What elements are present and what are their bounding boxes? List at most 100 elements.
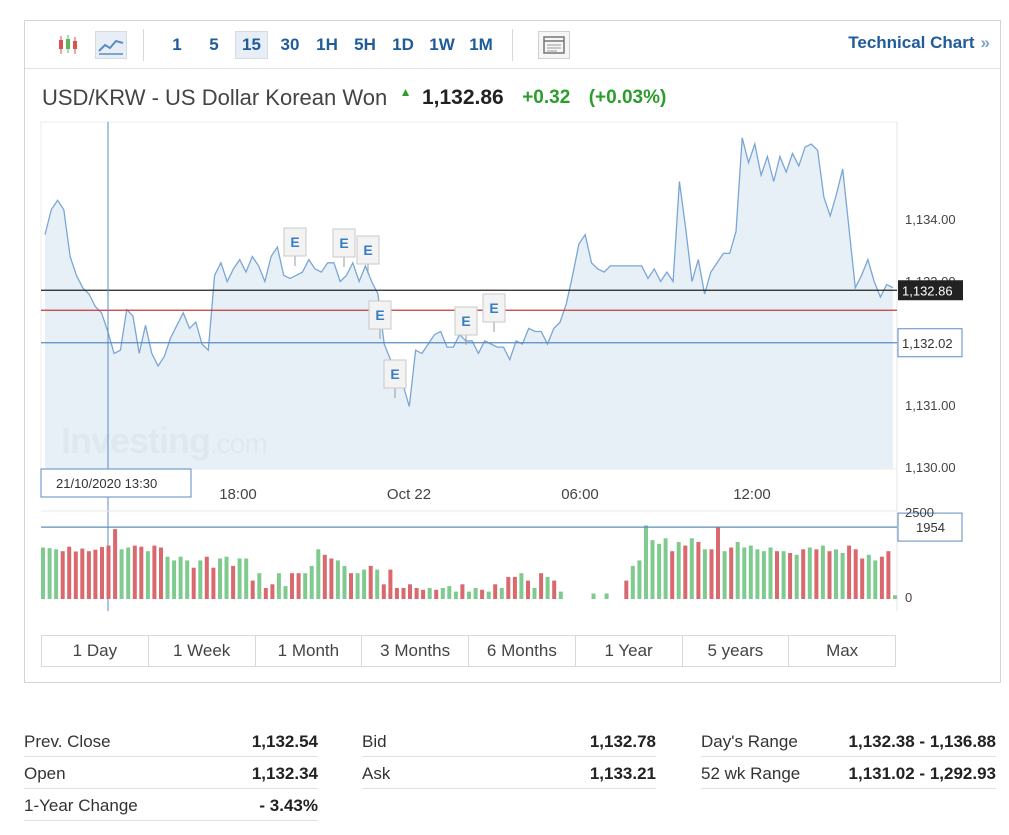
x-tick-label: 12:00 [733,486,771,503]
stat-label: Bid [362,732,387,751]
volume-bar [60,551,65,599]
volume-bar [473,588,478,599]
volume-bar [303,573,308,599]
event-marker-label: E [375,307,384,323]
volume-bar [624,580,629,599]
volume-bar [244,558,249,599]
volume-bar [218,558,222,599]
volume-bar [453,591,458,599]
volume-bar [47,548,52,599]
stat-value: 1,132.34 [251,764,318,783]
x-tick-label: Oct 22 [387,486,431,503]
volume-bar [381,584,386,599]
volume-bar [755,549,760,599]
volume-bar [283,586,288,599]
stat-label: Open [24,764,66,783]
volume-bar [211,567,216,599]
range-5-years[interactable]: 5 years [683,636,790,666]
stat-value: 1,132.38 - 1,136.88 [848,732,996,751]
price-chart[interactable]: Investing.com1,134.001,133.001,131.001,1… [25,21,1000,621]
volume-bar [683,545,688,599]
volume-bar [532,588,537,599]
volume-bar [807,547,812,599]
volume-bar [729,547,734,599]
event-marker-label: E [489,300,498,316]
stat-value: 1,131.02 - 1,292.93 [848,764,996,783]
volume-bar [486,591,491,599]
volume-bar [427,588,432,599]
volume-bar [637,560,642,599]
range-max[interactable]: Max [789,636,895,666]
volume-bar [506,576,511,599]
volume-bar [539,573,544,599]
volume-bar [650,540,655,599]
volume-bar [204,556,209,599]
current-price-label: 1,132.86 [902,283,953,298]
range-6-months[interactable]: 6 Months [469,636,576,666]
stat-label: Prev. Close [24,732,111,751]
volume-bar [860,558,865,599]
volume-bar [761,551,766,599]
volume-bar [152,545,157,599]
volume-bar [132,545,137,599]
volume-bar [408,584,412,599]
stat-label: Ask [362,764,391,783]
y-tick-label: 1,131.00 [905,398,956,413]
volume-bar [73,551,78,599]
volume-tick-label: 2500 [905,505,934,520]
volume-bar [185,560,190,599]
volume-bar [119,549,124,599]
volume-bar [840,553,845,599]
volume-tick-label: 0 [905,590,912,605]
volume-bar [467,591,471,599]
crosshair-time-label: 21/10/2020 13:30 [56,476,157,491]
volume-bar [735,542,740,599]
volume-bar [100,547,104,599]
volume-bar [41,547,45,599]
range-1-year[interactable]: 1 Year [576,636,683,666]
range-1-day[interactable]: 1 Day [42,636,149,666]
range-1-month[interactable]: 1 Month [256,636,363,666]
volume-bar [237,558,242,599]
volume-bar [368,565,373,599]
volume-crosshair-label: 1954 [916,520,945,535]
volume-bar [480,589,485,599]
volume-bar [296,573,301,599]
crosshair-value-label: 1,132.02 [902,336,953,351]
volume-bar [742,547,747,599]
volume-bar [604,593,609,599]
volume-bar [322,554,327,599]
volume-bar [250,580,255,599]
volume-bar [394,588,399,599]
volume-bar [801,549,806,599]
stat-52-wk-range: 52 wk Range 1,131.02 - 1,292.93 [701,757,996,789]
range-3-months[interactable]: 3 Months [362,636,469,666]
volume-bar [853,549,858,599]
volume-bar [224,556,229,599]
stat-value: 1,132.54 [251,732,318,751]
y-tick-label: 1,130.00 [905,460,956,475]
volume-bar [276,573,281,599]
volume-bar [106,545,111,599]
volume-bar [814,549,819,599]
range-1-week[interactable]: 1 Week [149,636,256,666]
volume-bar [591,593,596,599]
volume-bar [893,595,897,599]
x-tick-label: 06:00 [561,486,599,503]
stat-label: Day's Range [701,732,798,751]
volume-bar [421,589,426,599]
volume-bar [716,527,720,599]
volume-bar [794,554,799,599]
volume-bar [290,573,294,599]
stat-prev-close: Prev. Close 1,132.54 [24,725,318,757]
stat-days-range: Day's Range 1,132.38 - 1,136.88 [701,725,996,757]
volume-bar [342,565,347,599]
volume-bar [335,560,340,599]
volume-bar [499,588,504,599]
volume-bar [644,525,648,599]
volume-bar [80,548,85,599]
volume-bar [309,565,314,599]
volume-bar [86,551,91,599]
volume-bar [768,547,773,599]
volume-bar [447,586,452,599]
